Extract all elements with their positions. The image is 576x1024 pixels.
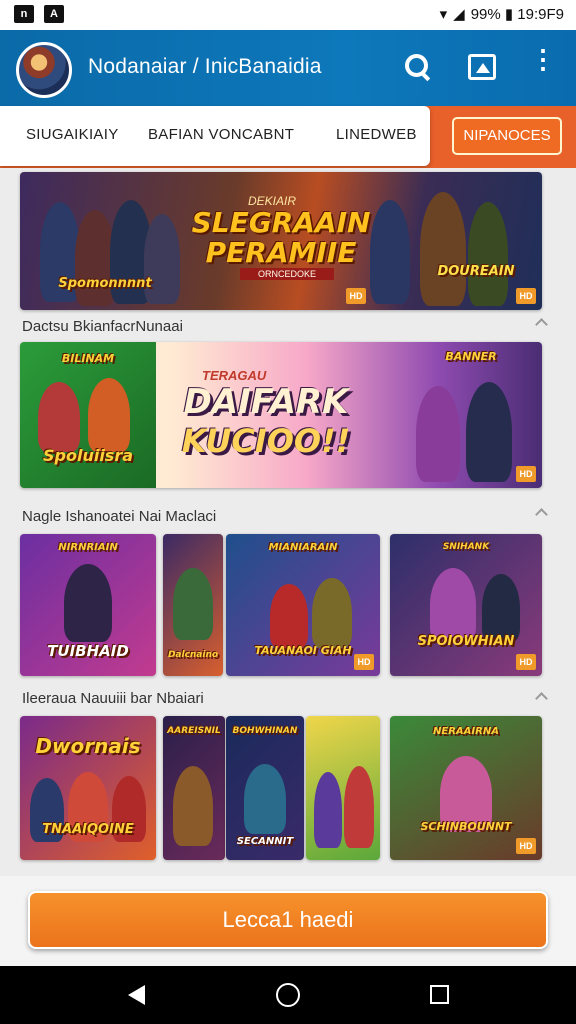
banner2-right-logo: BANNER [445, 350, 497, 363]
tile-logo: BOHWHINAN [232, 726, 298, 736]
status-text: 99% ▮ 19:9F9 [470, 6, 564, 23]
tile-logo: MIANIARAIN [268, 542, 338, 553]
banner2-title-line2: KUCIOO!! [181, 422, 351, 460]
banner2-title-line1: DAIFARK [183, 382, 349, 422]
tile-logo: NIRNRIAIN [58, 542, 118, 553]
banner1-title-line2: PERAMIIE [205, 236, 357, 269]
search-icon[interactable] [403, 52, 433, 82]
banner1-right-logo: DOUREAIN [437, 264, 515, 279]
app-notification-icon: A [44, 5, 64, 23]
tile-title: TNAAIQOINE [42, 822, 134, 837]
app-logo[interactable] [16, 42, 72, 98]
hd-badge-2: HD [516, 288, 536, 304]
game-tile-3-2[interactable]: AAREISNIL [163, 716, 225, 860]
game-tile-2-2[interactable]: Dalcnaino [163, 534, 223, 676]
banner2-left-logo: Spoluiisra [42, 446, 134, 465]
chevron-icon[interactable] [535, 318, 548, 331]
bottom-area: Lecca1 haedi [0, 876, 576, 966]
tile-title: SPOIOWHIAN [417, 634, 515, 649]
banner1-logo: Spomonnnnt [58, 276, 152, 291]
hd-badge: HD [516, 654, 536, 670]
game-tile-3-3[interactable]: BOHWHINAN SECANNIT [226, 716, 304, 860]
notification-icon: n [14, 5, 34, 23]
section-1-label: Dactsu BkianfacrNunaai [22, 318, 183, 335]
game-tile-3-5[interactable]: NERAAIRNA SCHINBOUNNT HD [390, 716, 542, 860]
tab-row: SIUGAIKIAIY BAFIAN VONCABNT LINEDWEB NIP… [0, 106, 576, 168]
image-icon[interactable] [468, 54, 496, 80]
game-tile-3-1[interactable]: Dwornais TNAAIQOINE [20, 716, 156, 860]
game-tile-3-4[interactable] [306, 716, 380, 860]
tab-1[interactable]: SIUGAIKIAIY [26, 126, 119, 143]
action-button[interactable]: NIPANOCES [452, 117, 562, 155]
featured-banner-1[interactable]: Spomonnnnt DEKIAIR SLEGRAAIN PERAMIIE OR… [20, 172, 542, 310]
hd-badge: HD [346, 288, 366, 304]
back-icon[interactable] [128, 985, 145, 1005]
home-icon[interactable] [276, 983, 300, 1007]
game-tile-2-1[interactable]: NIRNRIAIN TUIBHAID [20, 534, 156, 676]
tile-logo: SNIHANK [442, 542, 490, 552]
tile-logo: Dwornais [35, 734, 141, 758]
game-tile-2-3[interactable]: MIANIARAIN TAUANAOI GIAH HD [226, 534, 380, 676]
hd-badge: HD [354, 654, 374, 670]
banner2-small-top: TERAGAU [202, 368, 267, 383]
content-area: Spomonnnnt DEKIAIR SLEGRAAIN PERAMIIE OR… [0, 168, 576, 876]
tile-title: TUIBHAID [47, 642, 129, 660]
wifi-icon: ▾ [439, 6, 448, 23]
chevron-icon-3[interactable] [535, 692, 548, 705]
more-vert-icon[interactable]: ⋮ [530, 46, 556, 84]
banner2-left-logo-top: BILINAM [61, 352, 115, 365]
hd-badge: HD [516, 838, 536, 854]
banner1-title-line1: SLEGRAAIN [191, 206, 371, 239]
system-nav-bar [0, 966, 576, 1024]
tile-title: SECANNIT [236, 836, 294, 847]
hd-badge-3: HD [516, 466, 536, 482]
tile-logo: AAREISNIL [167, 726, 221, 736]
status-bar: n A ▾ ◢ 99% ▮ 19:9F9 [0, 0, 576, 30]
featured-banner-2[interactable]: BILINAM Spoluiisra TERAGAU DAIFARK KUCIO… [20, 342, 542, 488]
tile-title: SCHINBOUNNT [420, 820, 512, 833]
section-2-label: Nagle Ishanoatei Nai Maclaci [22, 508, 217, 525]
section-3-label: Ileeraua Nauuiii bar Nbaiari [22, 690, 204, 707]
chevron-icon-2[interactable] [535, 508, 548, 521]
tile-logo: NERAAIRNA [433, 726, 499, 737]
signal-icon: ◢ [453, 6, 465, 23]
tab-3[interactable]: LINEDWEB [336, 126, 417, 143]
app-bar: Nodanaiar / InicBanaidia ⋮ [0, 30, 576, 106]
game-tile-2-4[interactable]: SNIHANK SPOIOWHIAN HD [390, 534, 542, 676]
tab-card: SIUGAIKIAIY BAFIAN VONCABNT LINEDWEB [0, 106, 430, 166]
primary-action-button[interactable]: Lecca1 haedi [28, 891, 548, 949]
tile-title: Dalcnaino [167, 650, 219, 660]
recent-apps-icon[interactable] [430, 985, 449, 1004]
app-title: Nodanaiar / InicBanaidia [88, 55, 322, 78]
tab-2[interactable]: BAFIAN VONCABNT [148, 126, 294, 143]
banner1-subtitle: ORNCEDOKE [240, 268, 334, 280]
